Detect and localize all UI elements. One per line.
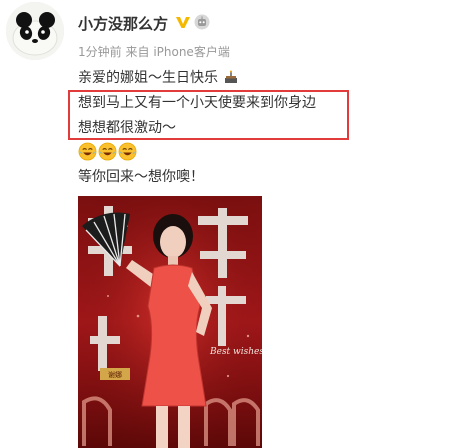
- grinning-tears-emoji: [118, 142, 137, 161]
- emoji-row: [78, 142, 137, 162]
- post-line-1-text: 亲爱的娜姐～生日快乐: [78, 70, 218, 86]
- avatar[interactable]: [6, 2, 64, 60]
- from-label: 来自: [125, 45, 150, 59]
- post-line-4: 等你回来～想你噢！: [78, 169, 204, 185]
- post-time[interactable]: 1分钟前: [78, 45, 122, 59]
- robot-badge-icon[interactable]: [194, 14, 210, 30]
- username[interactable]: 小方没那么方: [78, 13, 168, 34]
- highlight-box: [68, 90, 349, 140]
- weibo-post: 小方没那么方 1分钟前 来自 iPhone客户端 亲爱的娜姐～生日快乐 想到马上…: [0, 0, 449, 448]
- post-meta: 1分钟前 来自 iPhone客户端: [78, 43, 230, 60]
- post-line-1: 亲爱的娜姐～生日快乐: [78, 66, 316, 91]
- birthday-poster-image: 谢娜 Best wishes: [78, 196, 262, 448]
- poster-signature: Best wishes: [209, 347, 262, 357]
- vip-v-icon[interactable]: [175, 14, 191, 30]
- grinning-tears-emoji: [78, 142, 97, 161]
- grinning-tears-emoji: [98, 142, 117, 161]
- panda-avatar-icon: [6, 2, 64, 60]
- post-source[interactable]: iPhone客户端: [153, 45, 230, 59]
- poster-tag: 谢娜: [108, 370, 122, 379]
- post-image[interactable]: 谢娜 Best wishes: [78, 196, 262, 448]
- birthday-cake-icon: [225, 70, 238, 83]
